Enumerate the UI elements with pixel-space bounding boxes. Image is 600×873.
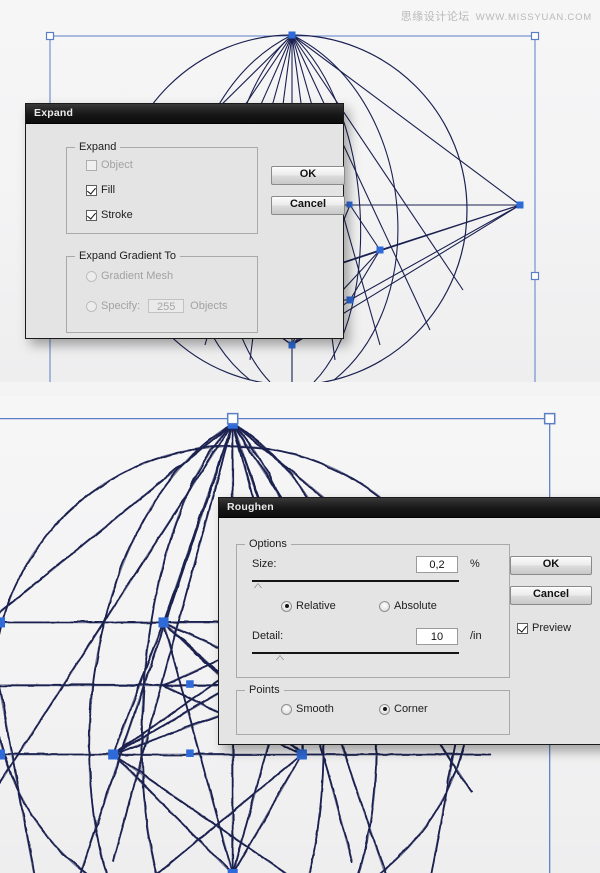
roughen-options-legend: Options	[245, 538, 291, 550]
size-slider[interactable]	[252, 580, 459, 590]
mode-absolute-option[interactable]: Absolute	[379, 600, 437, 612]
expand-dialog-body: Expand Object Fill Stroke Expand Gradien…	[26, 124, 345, 338]
detail-slider[interactable]	[252, 652, 459, 662]
size-unit: %	[470, 558, 480, 570]
watermark-url: WWW.MISSYUAN.COM	[475, 12, 592, 23]
roughen-dialog-title: Roughen	[227, 501, 274, 513]
relative-label: Relative	[296, 600, 336, 612]
stroke-checkbox[interactable]	[86, 209, 97, 221]
gradient-mesh-option[interactable]: Gradient Mesh	[86, 270, 173, 282]
object-label: Object	[101, 159, 133, 171]
expand-option-fill[interactable]: Fill	[86, 184, 115, 196]
roughen-cancel-button[interactable]: Cancel	[510, 586, 592, 605]
absolute-radio[interactable]	[379, 600, 390, 612]
expand-option-object[interactable]: Object	[86, 159, 133, 171]
specify-option[interactable]: Specify: 255 Objects	[86, 299, 227, 313]
preview-option[interactable]: Preview	[517, 622, 571, 634]
stroke-label: Stroke	[101, 209, 133, 221]
points-smooth-option[interactable]: Smooth	[281, 703, 334, 715]
preview-label: Preview	[532, 622, 572, 634]
detail-slider-track[interactable]	[252, 652, 459, 654]
expand-gradient-group-legend: Expand Gradient To	[75, 250, 181, 262]
roughen-points-group: Points	[236, 684, 510, 735]
fill-label: Fill	[101, 184, 116, 196]
object-checkbox[interactable]	[86, 159, 97, 171]
points-corner-option[interactable]: Corner	[379, 703, 428, 715]
size-row: Size:	[252, 558, 276, 570]
size-slider-track[interactable]	[252, 580, 459, 582]
expand-group-legend: Expand	[75, 141, 121, 153]
smooth-radio[interactable]	[281, 703, 292, 715]
gradient-mesh-label: Gradient Mesh	[101, 270, 174, 282]
expand-cancel-button[interactable]: Cancel	[271, 196, 345, 215]
size-slider-thumb[interactable]	[254, 583, 262, 588]
screenshot-stage: 思缘设计论坛 WWW.MISSYUAN.COM Expand Expand Obj…	[0, 0, 600, 873]
detail-slider-thumb[interactable]	[276, 655, 284, 660]
detail-unit: /in	[470, 630, 482, 642]
expand-gradient-group: Expand Gradient To	[66, 250, 258, 333]
gradient-mesh-radio[interactable]	[86, 270, 97, 282]
specify-label: Specify:	[101, 300, 141, 312]
fill-checkbox[interactable]	[86, 184, 97, 196]
mode-relative-option[interactable]: Relative	[281, 600, 336, 612]
absolute-label: Absolute	[394, 600, 437, 612]
size-input[interactable]: 0,2	[416, 556, 458, 573]
detail-label: Detail:	[252, 630, 284, 642]
specify-objects-input[interactable]: 255	[148, 299, 185, 313]
relative-radio[interactable]	[281, 600, 292, 612]
roughen-dialog-body: Options Size: 0,2 % Relative Absolute De…	[219, 518, 600, 744]
expand-dialog-titlebar[interactable]: Expand	[26, 104, 343, 124]
roughen-dialog[interactable]: Roughen Options Size: 0,2 % Relative Abs…	[218, 497, 600, 745]
roughen-dialog-titlebar[interactable]: Roughen	[219, 498, 600, 518]
smooth-label: Smooth	[296, 703, 334, 715]
corner-radio[interactable]	[379, 703, 390, 715]
expand-dialog[interactable]: Expand Expand Object Fill Stroke Expand	[25, 103, 345, 339]
preview-checkbox[interactable]	[517, 622, 528, 634]
roughen-points-legend: Points	[245, 684, 284, 696]
specify-radio[interactable]	[86, 300, 97, 312]
detail-input[interactable]: 10	[416, 628, 458, 645]
expand-ok-button[interactable]: OK	[271, 166, 345, 185]
corner-label: Corner	[394, 703, 428, 715]
specify-objects-unit: Objects	[190, 300, 228, 312]
expand-dialog-title: Expand	[34, 107, 74, 119]
watermark: 思缘设计论坛 WWW.MISSYUAN.COM	[401, 8, 592, 24]
roughen-ok-button[interactable]: OK	[510, 556, 592, 575]
size-label: Size:	[252, 558, 277, 570]
expand-option-stroke[interactable]: Stroke	[86, 209, 133, 221]
watermark-chinese: 思缘设计论坛	[400, 10, 470, 23]
detail-row: Detail:	[252, 630, 283, 642]
